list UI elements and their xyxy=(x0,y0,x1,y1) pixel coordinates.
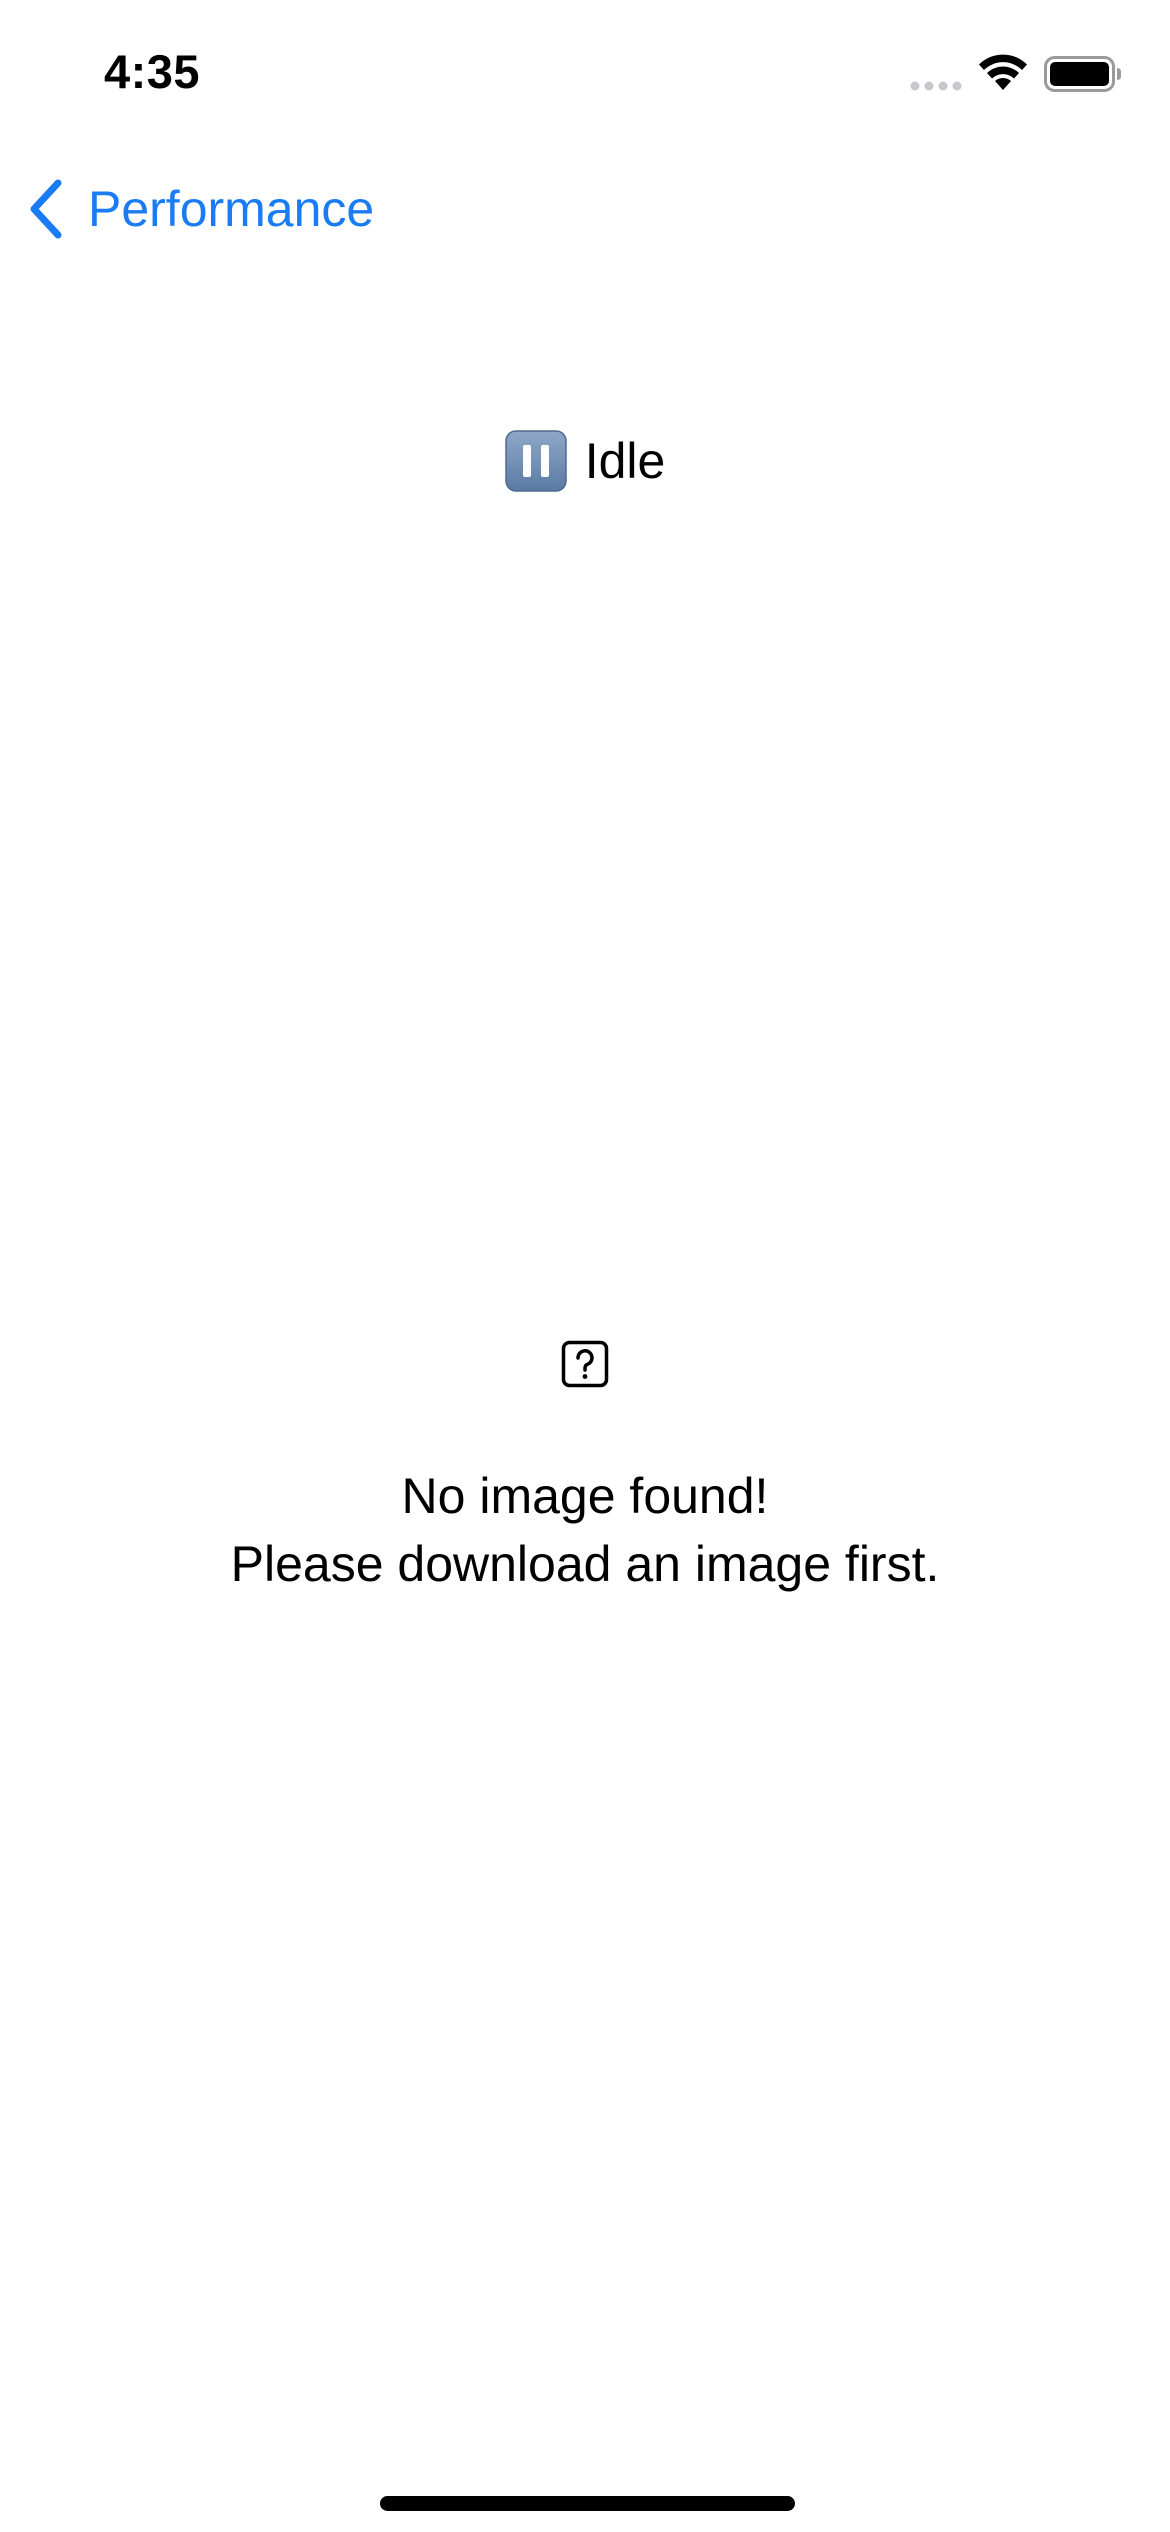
cellular-signal-icon xyxy=(910,81,962,91)
back-button-label: Performance xyxy=(88,181,375,237)
empty-state-subtitle: Please download an image first. xyxy=(230,1536,940,1592)
battery-icon xyxy=(1044,56,1121,92)
state-label: Idle xyxy=(584,433,666,489)
question-mark-icon xyxy=(561,1340,609,1388)
playback-state: Idle xyxy=(0,425,1170,497)
status-time: 4:35 xyxy=(104,45,201,98)
home-indicator[interactable] xyxy=(380,2496,795,2511)
empty-state-message: No image found! Please download an image… xyxy=(0,1462,1170,1598)
pause-icon xyxy=(504,430,567,492)
wifi-icon xyxy=(979,54,1027,90)
back-button[interactable]: Performance xyxy=(26,170,374,248)
empty-state-title: No image found! xyxy=(401,1468,769,1524)
status-bar: 4:35 xyxy=(0,0,1170,150)
chevron-left-icon xyxy=(30,179,62,239)
